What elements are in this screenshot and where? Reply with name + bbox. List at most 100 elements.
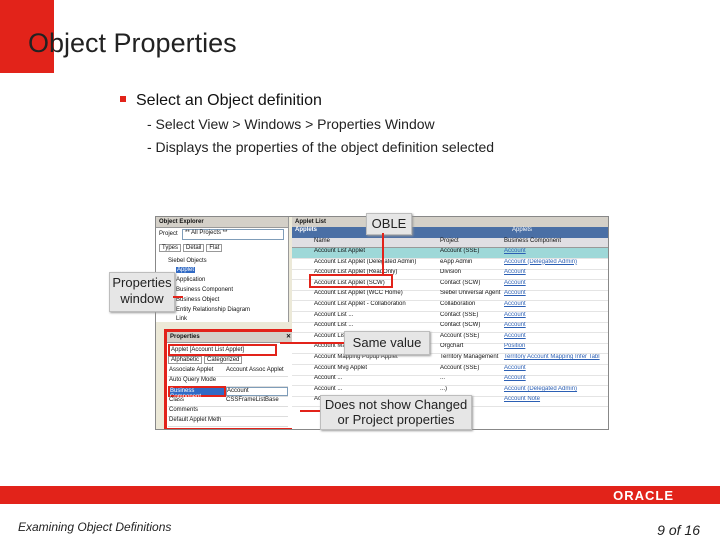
cell-business-component[interactable]: Account Note — [504, 396, 604, 402]
property-name: Class — [169, 397, 185, 403]
cell-project: ... — [440, 375, 446, 382]
table-row[interactable]: Account List Applet Account (SSE) Account — [292, 248, 608, 259]
project-select[interactable]: ** All Projects ** — [182, 229, 284, 240]
callout-not-show: Does not show Changed or Project propert… — [320, 395, 472, 430]
property-row-selected[interactable]: Business Component Account — [168, 386, 288, 400]
properties-title-text: Properties — [170, 334, 200, 340]
project-label: Project — [159, 231, 178, 237]
tab-types[interactable]: Types — [159, 244, 182, 252]
table-row[interactable]: Account Mapping Popup Applet Territory Ma… — [292, 354, 608, 365]
cell-project: Contact (SCW) — [440, 279, 481, 286]
property-name: Auto Query Mode — [169, 377, 217, 383]
highlight-account-list-applet — [309, 274, 393, 288]
connector-same-value — [280, 342, 344, 344]
tab-categorized[interactable]: Categorized — [204, 356, 243, 364]
connector-properties — [173, 296, 183, 298]
cell-name: Account List Applet - Collaboration — [314, 301, 406, 307]
tree-item-business-component[interactable]: Business Component — [176, 287, 233, 293]
cell-project: Collaboration — [440, 301, 476, 307]
tree-item-link[interactable]: Link — [176, 316, 187, 322]
cell-business-component[interactable]: Account — [504, 301, 604, 307]
bullet-square-icon — [120, 96, 126, 102]
cell-name: Account Mvg Applet — [314, 364, 368, 371]
object-explorer-pane: Object Explorer Project ** All Projects … — [156, 217, 289, 322]
sub-bullet-2: - Displays the properties of the object … — [147, 139, 495, 155]
slide-title: Object Properties — [28, 28, 237, 58]
table-row[interactable]: Account List Applet (WCC Home) Siebel Uni… — [292, 290, 608, 302]
cell-project: Contact (SCW) — [440, 322, 481, 329]
property-row[interactable]: Class CSSFrameListBase — [168, 397, 288, 407]
properties-title: Properties ✕ — [167, 332, 293, 343]
property-value: CSSFrameListBase — [226, 397, 279, 403]
cell-project: Contact (SSE) — [440, 311, 479, 318]
property-value-select[interactable]: Account — [226, 387, 288, 396]
cell-project: Territory Management — [440, 354, 499, 360]
connector-not-show — [300, 410, 320, 412]
cell-business-component[interactable]: Account — [504, 365, 604, 371]
tree-item-siebel-objects[interactable]: Siebel Objects — [168, 258, 207, 264]
cell-name: Account List Applet — [314, 248, 366, 254]
table-row[interactable]: Account List ... Contact (SCW) Account — [292, 322, 608, 334]
applets-bar-center-label: Applets — [512, 227, 533, 233]
cell-business-component[interactable]: Position — [504, 343, 604, 349]
tree-item-erd[interactable]: Entity Relationship Diagram — [176, 307, 250, 313]
tab-detail[interactable]: Detail — [183, 244, 205, 252]
connector-oble — [382, 233, 384, 275]
cell-business-component[interactable]: Account — [504, 322, 604, 328]
cell-project: Orgchart — [440, 343, 464, 350]
cell-business-component[interactable]: Account — [504, 333, 604, 339]
bullet-item: Select an Object definition — [120, 92, 322, 110]
properties-tabs: Alphabetic Categorized — [168, 356, 243, 364]
oracle-logo: ORACLE — [613, 488, 674, 503]
cell-name: Account ... — [314, 385, 343, 392]
column-project[interactable]: Project — [440, 238, 459, 244]
property-name: Associate Applet — [169, 367, 214, 373]
properties-window: Properties ✕ Applet [Account List Applet… — [164, 329, 296, 429]
cell-project: eApp Admin — [440, 258, 473, 265]
cell-name: Account ... — [314, 375, 343, 382]
properties-grid: Associate Applet Account Assoc Applet Aut… — [168, 367, 288, 427]
property-name: Comments — [169, 407, 199, 413]
applets-bar-label: Applets — [295, 227, 318, 233]
close-icon[interactable]: ✕ — [286, 332, 291, 342]
cell-project: Siebel Universal Agent — [440, 290, 501, 297]
bullet-text: Select an Object definition — [136, 92, 322, 109]
table-row[interactable]: Account List Applet - Collaboration Colla… — [292, 301, 608, 312]
cell-business-component[interactable]: Account — [504, 280, 604, 286]
sub-bullet-1: - Select View > Windows > Properties Win… — [147, 116, 435, 132]
cell-business-component[interactable]: Account — [504, 312, 604, 318]
tab-flat[interactable]: Flat — [206, 244, 223, 252]
footer-caption: Examining Object Definitions — [18, 520, 172, 534]
tree-item-application[interactable]: Application — [176, 277, 205, 283]
table-row[interactable]: Account Mvg Applet Account (SSE) Account — [292, 365, 608, 376]
property-row[interactable]: Comments — [168, 407, 288, 417]
callout-oble: OBLE — [366, 213, 412, 235]
cell-project: Division — [440, 269, 462, 276]
cell-business-component[interactable]: Account — [504, 375, 604, 381]
table-row[interactable]: Account List ... Contact (SSE) Account — [292, 312, 608, 323]
property-value: Account Assoc Applet — [226, 367, 284, 373]
footer-bar — [0, 486, 720, 504]
cell-business-component[interactable]: Account — [504, 248, 604, 254]
property-row[interactable]: Default Applet Meth — [168, 417, 288, 427]
cell-business-component[interactable]: Territory Account Mapping Infer Tabl — [504, 354, 604, 360]
table-row[interactable]: Account Manager's Tree AppletOrgchartPos… — [292, 343, 608, 355]
cell-business-component[interactable]: Account (Delegated Admin) — [504, 386, 604, 392]
applets-title-bar: Applets Applets — [292, 227, 608, 238]
tree-item-applet[interactable]: Applet — [176, 267, 196, 273]
cell-business-component[interactable]: Account (Delegated Admin) — [504, 259, 604, 265]
cell-name: Account List Applet (Delegated Admin) — [314, 258, 417, 265]
column-business-component[interactable]: Business Component — [504, 238, 561, 244]
cell-name: Account List ... — [314, 322, 354, 329]
cell-name: Account List Applet (WCC Home) — [314, 290, 403, 297]
cell-project: Account (SSE) — [440, 248, 480, 254]
property-row[interactable]: Associate Applet Account Assoc Applet — [168, 367, 288, 377]
table-row[interactable]: Account ...... Account — [292, 375, 608, 387]
column-name[interactable]: Name — [314, 238, 330, 244]
cell-name: Account List ... — [314, 311, 354, 318]
table-row[interactable]: Account List Applet (Delegated Admin) eAp… — [292, 259, 608, 270]
tab-alphabetic[interactable]: Alphabetic — [168, 356, 203, 364]
cell-business-component[interactable]: Account — [504, 269, 604, 275]
properties-object-selector[interactable]: Applet [Account List Applet] — [168, 344, 277, 356]
cell-business-component[interactable]: Account — [504, 290, 604, 296]
